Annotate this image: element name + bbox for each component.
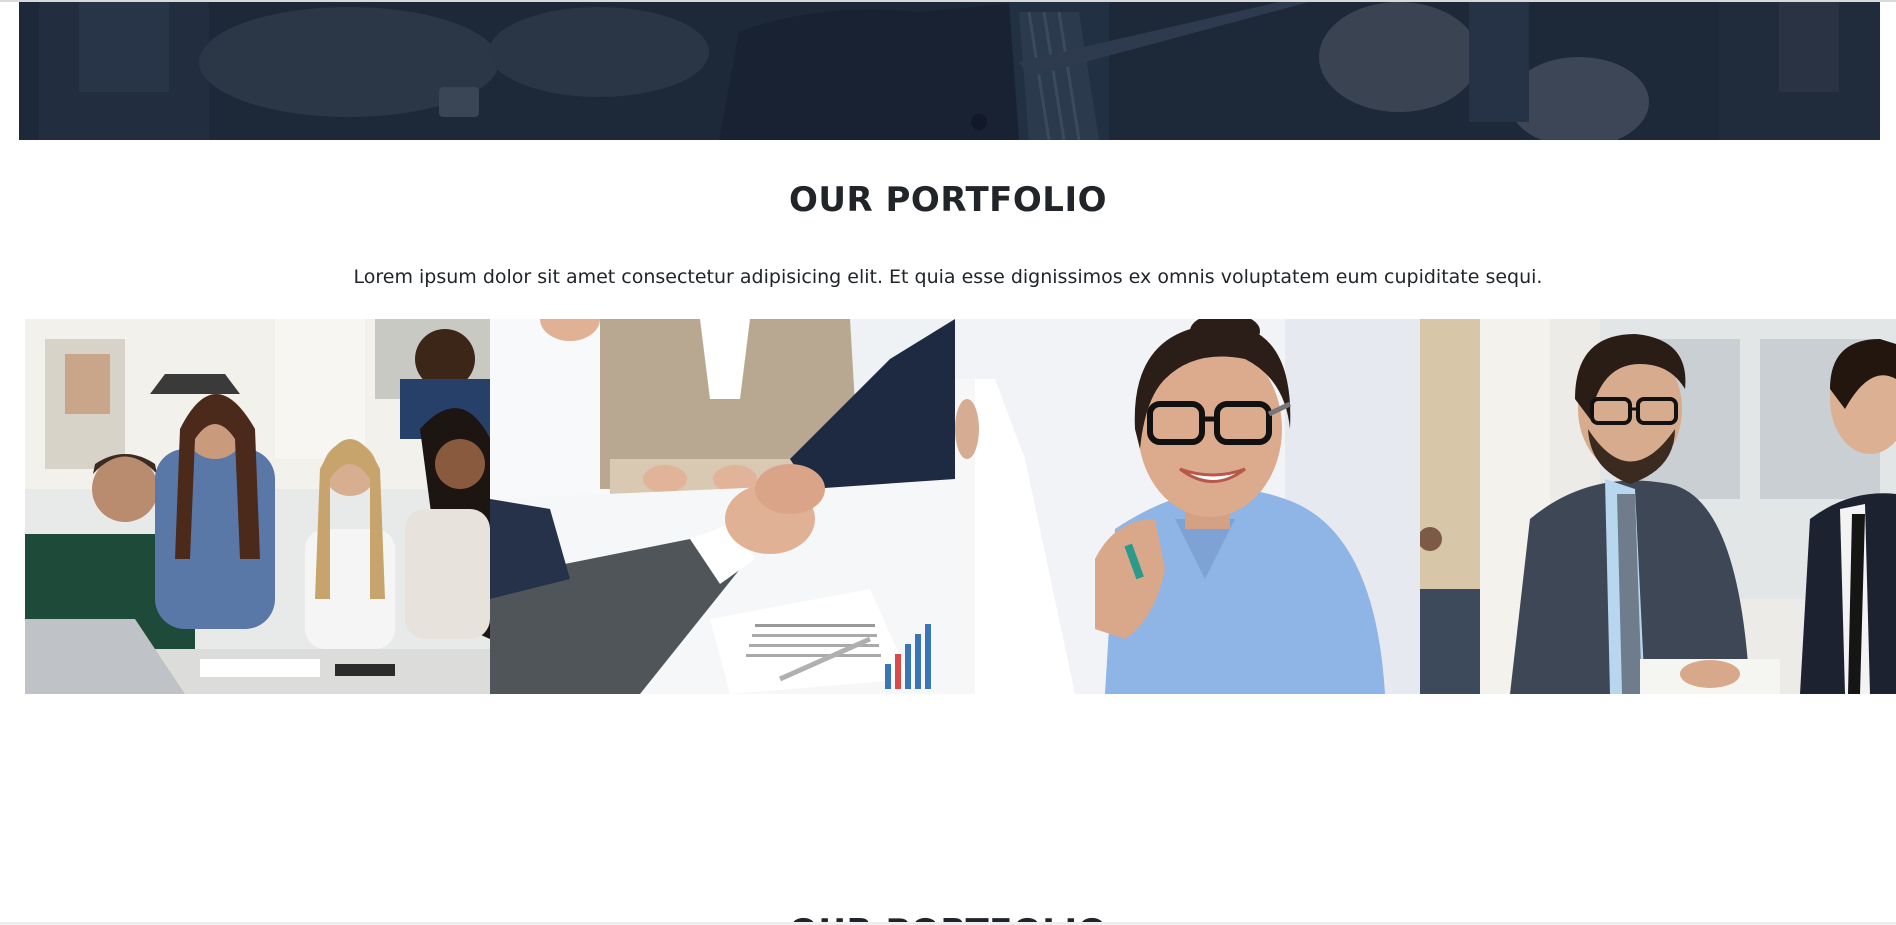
hero-banner-image (19, 2, 1880, 140)
portfolio-item-team[interactable] (25, 319, 490, 694)
portfolio-gallery (25, 319, 1896, 694)
portfolio-description: Lorem ipsum dolor sit amet consectetur a… (353, 266, 1543, 288)
team-photo (25, 319, 490, 694)
portfolio-item-woman[interactable] (955, 319, 1420, 694)
hero-banner (19, 2, 1880, 140)
portfolio-item-businessmen[interactable] (1420, 319, 1896, 694)
portfolio-item-handshake[interactable] (490, 319, 955, 694)
handshake-photo (490, 319, 955, 694)
portfolio-title: OUR PORTFOLIO (788, 180, 1108, 220)
page: OUR PORTFOLIO Lorem ipsum dolor sit amet… (0, 0, 1896, 925)
smiling-woman-photo (955, 319, 1420, 694)
businessmen-photo (1420, 319, 1896, 694)
